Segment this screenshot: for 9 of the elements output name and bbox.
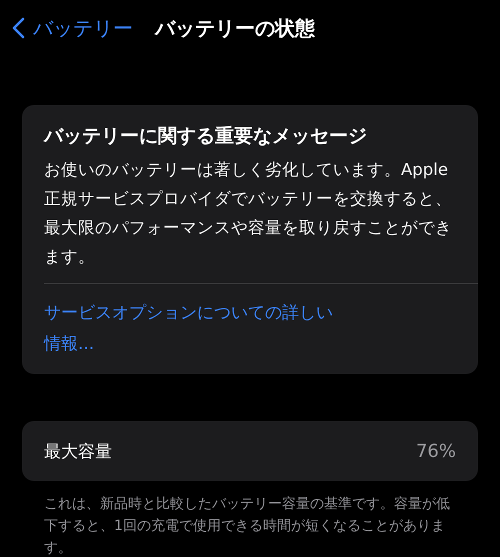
message-body: お使いのバッテリーは著しく劣化しています。Apple 正規サービスプロバイダでバッテリーを交換すると、最大限のパフォーマンスや容量を取り戻すことができます。: [44, 159, 453, 268]
message-title: バッテリーに関する重要なメッセージ: [44, 124, 368, 149]
capacity-footnote: これは、新品時と比較したバッテリー容量の基準です。容量が低下すると、1回の充電で使用できる時間が短くなることがあります。: [43, 495, 451, 557]
capacity-label: 最大容量: [44, 440, 112, 462]
chevron-left-icon: [12, 17, 25, 39]
back-button[interactable]: バッテリー: [12, 14, 133, 42]
page-title: バッテリーの状態: [155, 14, 315, 42]
capacity-value: 76%: [416, 440, 456, 462]
service-options-link[interactable]: サービスオプションについての詳しい情報...: [44, 298, 344, 360]
